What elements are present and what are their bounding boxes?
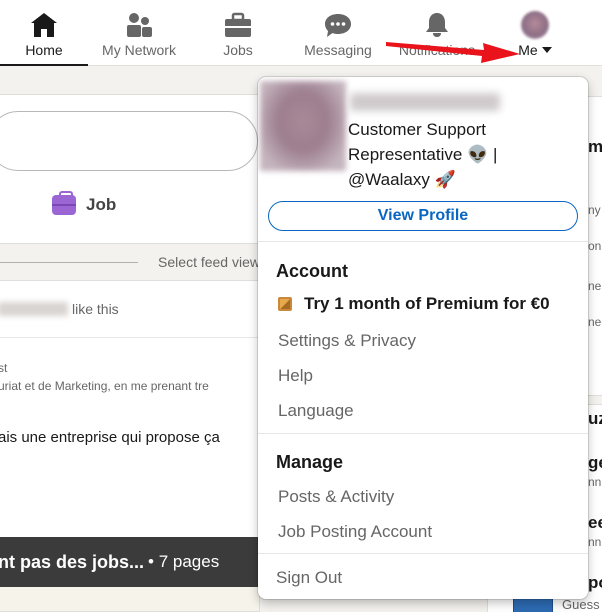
rail-text: nn — [588, 475, 602, 489]
start-post-input[interactable] — [0, 111, 258, 171]
job-button[interactable]: Job — [52, 191, 117, 215]
language-link[interactable]: Language — [278, 401, 354, 421]
settings-privacy-link[interactable]: Settings & Privacy — [278, 331, 416, 351]
job-label: Job — [86, 195, 117, 214]
avatar-wrap — [521, 10, 549, 40]
share-box: Job — [0, 94, 260, 311]
document-banner[interactable]: nt pas des jobs... • 7 pages — [0, 537, 259, 587]
premium-label: Try 1 month of Premium for €0 — [304, 294, 550, 313]
job-posting-account-link[interactable]: Job Posting Account — [278, 522, 432, 542]
divider — [258, 553, 588, 554]
feed-sort-row[interactable]: Select feed view — [0, 252, 260, 272]
briefcase-icon — [52, 191, 76, 215]
posts-activity-link[interactable]: Posts & Activity — [278, 487, 394, 507]
liked-suffix: like this — [72, 301, 119, 317]
sign-out-link[interactable]: Sign Out — [276, 568, 342, 588]
account-title: Account — [276, 261, 348, 281]
rail-text: m — [588, 137, 602, 156]
rail-text: uz — [588, 409, 602, 428]
rail-text: ee — [588, 513, 602, 532]
nav-jobs[interactable]: Jobs — [208, 0, 268, 66]
divider — [258, 433, 588, 434]
briefcase-icon — [224, 10, 252, 40]
sort-label: Select feed view — [158, 254, 260, 270]
feed-post: like this st uriat et de Marketing, en m… — [0, 280, 260, 612]
nav-label: Jobs — [223, 42, 253, 58]
me-dropdown: Customer Support Representative 👽 | @Waa… — [258, 77, 588, 599]
blurred-name — [0, 302, 68, 316]
nav-label: Notifications — [398, 42, 476, 58]
caret-down-icon — [541, 47, 552, 53]
avatar — [521, 11, 549, 39]
document-pages: • 7 pages — [148, 552, 220, 571]
divider — [258, 241, 588, 242]
network-icon — [125, 10, 153, 40]
view-profile-button[interactable]: View Profile — [268, 201, 578, 231]
author-headline: uriat et de Marketing, en me prenant tre — [0, 379, 209, 393]
rail-text: ge — [588, 453, 602, 472]
post-text: ais une entreprise qui propose ça — [0, 429, 220, 446]
rail-text: nn — [588, 535, 602, 549]
me-menu-trigger[interactable]: Me — [518, 42, 552, 58]
message-icon — [323, 10, 353, 40]
profile-name-blurred[interactable] — [350, 93, 500, 111]
rail-text: ny — [588, 203, 601, 217]
document-title: nt pas des jobs... — [0, 551, 145, 572]
me-label: Me — [518, 42, 538, 58]
profile-photo[interactable] — [260, 81, 346, 171]
help-link[interactable]: Help — [278, 366, 313, 386]
rail-text: Guess — [562, 597, 600, 612]
author-meta: st — [0, 361, 8, 375]
nav-label: Messaging — [304, 42, 372, 58]
home-icon — [30, 10, 58, 40]
nav-messaging[interactable]: Messaging — [298, 0, 378, 66]
manage-title: Manage — [276, 452, 344, 472]
premium-upsell-link[interactable]: Try 1 month of Premium for €0 — [278, 294, 550, 314]
nav-my-network[interactable]: My Network — [90, 0, 188, 66]
document-preview[interactable] — [0, 587, 259, 611]
rail-text: po — [588, 573, 602, 592]
global-nav: Home My Network Jobs Messaging Notificat… — [0, 0, 602, 66]
profile-headline: Customer Support Representative 👽 | @Waa… — [348, 120, 498, 189]
nav-home[interactable]: Home — [0, 0, 88, 66]
rail-text: ne — [588, 315, 602, 329]
company-logo — [513, 597, 553, 612]
rail-text: on — [588, 239, 602, 253]
bell-icon — [424, 10, 450, 40]
social-context: like this — [0, 301, 119, 317]
nav-label: Home — [25, 42, 63, 58]
divider — [0, 261, 139, 263]
nav-label: My Network — [102, 42, 176, 58]
nav-notifications[interactable]: Notifications — [390, 0, 484, 66]
premium-icon — [278, 297, 292, 311]
divider — [0, 337, 259, 338]
nav-me[interactable]: Me — [505, 0, 565, 66]
rail-text: ne — [588, 279, 602, 293]
